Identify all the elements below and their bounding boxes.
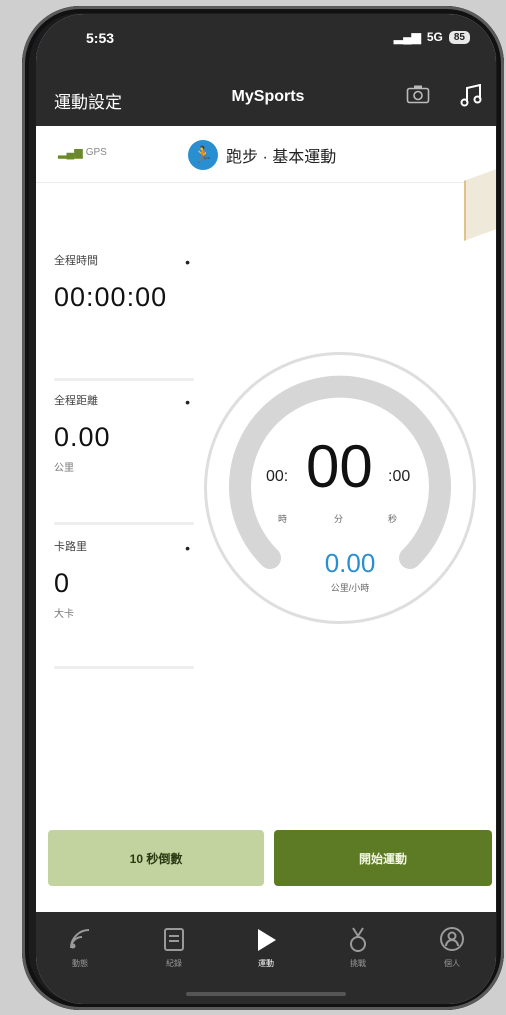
stat-value: 00:00:00 (54, 282, 168, 312)
feed-icon (50, 926, 110, 956)
medal-icon (328, 926, 388, 956)
nav-bar: 運動設定 MySports (54, 83, 482, 116)
gps-signal-icon: ▂▄▆ (58, 147, 83, 159)
status-right: ▂▄▆ 5G 85 (394, 30, 470, 44)
profile-icon (422, 926, 482, 956)
top-bar: 5:53 ▂▄▆ 5G 85 運動設定 MySports (36, 14, 496, 126)
start-workout-button[interactable]: 開始運動 (274, 830, 492, 886)
timer-minutes: 00 (306, 433, 373, 500)
home-indicator[interactable] (186, 992, 346, 996)
stat-options-dot[interactable]: • (185, 254, 190, 270)
speed-unit: 公里/小時 (330, 583, 370, 593)
stat-divider (54, 522, 194, 525)
unit-minutes: 分 (334, 514, 344, 524)
tab-feed[interactable]: 動態 (50, 926, 110, 969)
running-icon: 🏃 (188, 140, 218, 170)
sport-name-label: 跑步 · 基本運動 (226, 149, 337, 166)
stat-unit: 大卡 (54, 609, 74, 620)
stat-divider (54, 378, 194, 381)
camera-icon[interactable] (406, 84, 430, 114)
tab-log[interactable]: 紀錄 (144, 926, 204, 969)
elapsed-timer: 00: 00 :00 (266, 433, 426, 506)
timer-hours: 00: (266, 468, 289, 485)
stat-divider (54, 666, 194, 669)
log-icon (144, 926, 204, 956)
battery-icon: 85 (448, 30, 470, 44)
stat-label: 卡路里 (54, 541, 87, 553)
timer-gauge: 00: 00 :00 時 分 秒 0.00 公里/小時 (204, 352, 476, 624)
stat-options-dot[interactable]: • (185, 394, 190, 410)
signal-icon: ▂▄▆ (393, 30, 421, 44)
network-label: 5G (426, 30, 443, 44)
countdown-button[interactable]: 10 秒倒數 (48, 830, 264, 886)
bottom-tab-bar: 動態 紀錄 運動 挑戰 個人 (36, 912, 496, 1004)
nav-icons (406, 83, 482, 114)
gps-label: GPS (85, 147, 107, 158)
stat-label: 全程距離 (54, 395, 98, 407)
map-peek[interactable] (464, 167, 496, 241)
music-icon[interactable] (460, 83, 482, 114)
tab-workout[interactable]: 運動 (236, 926, 296, 969)
unit-seconds: 秒 (388, 514, 398, 524)
stat-total-time: 全程時間 • 00:00:00 (54, 252, 194, 313)
sport-header: ▂▄▆ GPS 🏃 跑步 · 基本運動 (36, 126, 496, 183)
sport-selector[interactable]: 🏃 跑步 · 基本運動 (188, 140, 336, 170)
stat-options-dot[interactable]: • (185, 540, 190, 556)
tab-label: 挑戰 (350, 959, 366, 968)
stat-value: 0.00 (54, 422, 111, 452)
app-screen: 5:53 ▂▄▆ 5G 85 運動設定 MySports ▂▄▆ GPS 🏃 跑… (36, 14, 496, 1004)
status-time: 5:53 (86, 30, 115, 46)
stat-value: 0 (54, 568, 71, 598)
timer-seconds: :00 (388, 468, 411, 485)
tab-label: 個人 (444, 959, 460, 968)
tab-profile[interactable]: 個人 (422, 926, 482, 969)
stat-total-distance: 全程距離 • 0.00 公里 (54, 392, 194, 474)
speed-value: 0.00 (324, 548, 376, 578)
stat-unit: 公里 (54, 463, 74, 474)
speed-readout: 0.00 公里/小時 (300, 548, 400, 594)
tab-challenge[interactable]: 挑戰 (328, 926, 388, 969)
tab-label: 運動 (258, 959, 274, 968)
unit-hours: 時 (278, 514, 288, 524)
stat-label: 全程時間 (54, 255, 98, 267)
gps-indicator: ▂▄▆ GPS (58, 146, 107, 159)
status-bar: 5:53 ▂▄▆ 5G 85 (86, 30, 470, 52)
tab-label: 動態 (72, 959, 88, 968)
play-icon (236, 926, 296, 956)
stat-calories: 卡路里 • 0 大卡 (54, 538, 194, 620)
tab-label: 紀錄 (166, 959, 182, 968)
